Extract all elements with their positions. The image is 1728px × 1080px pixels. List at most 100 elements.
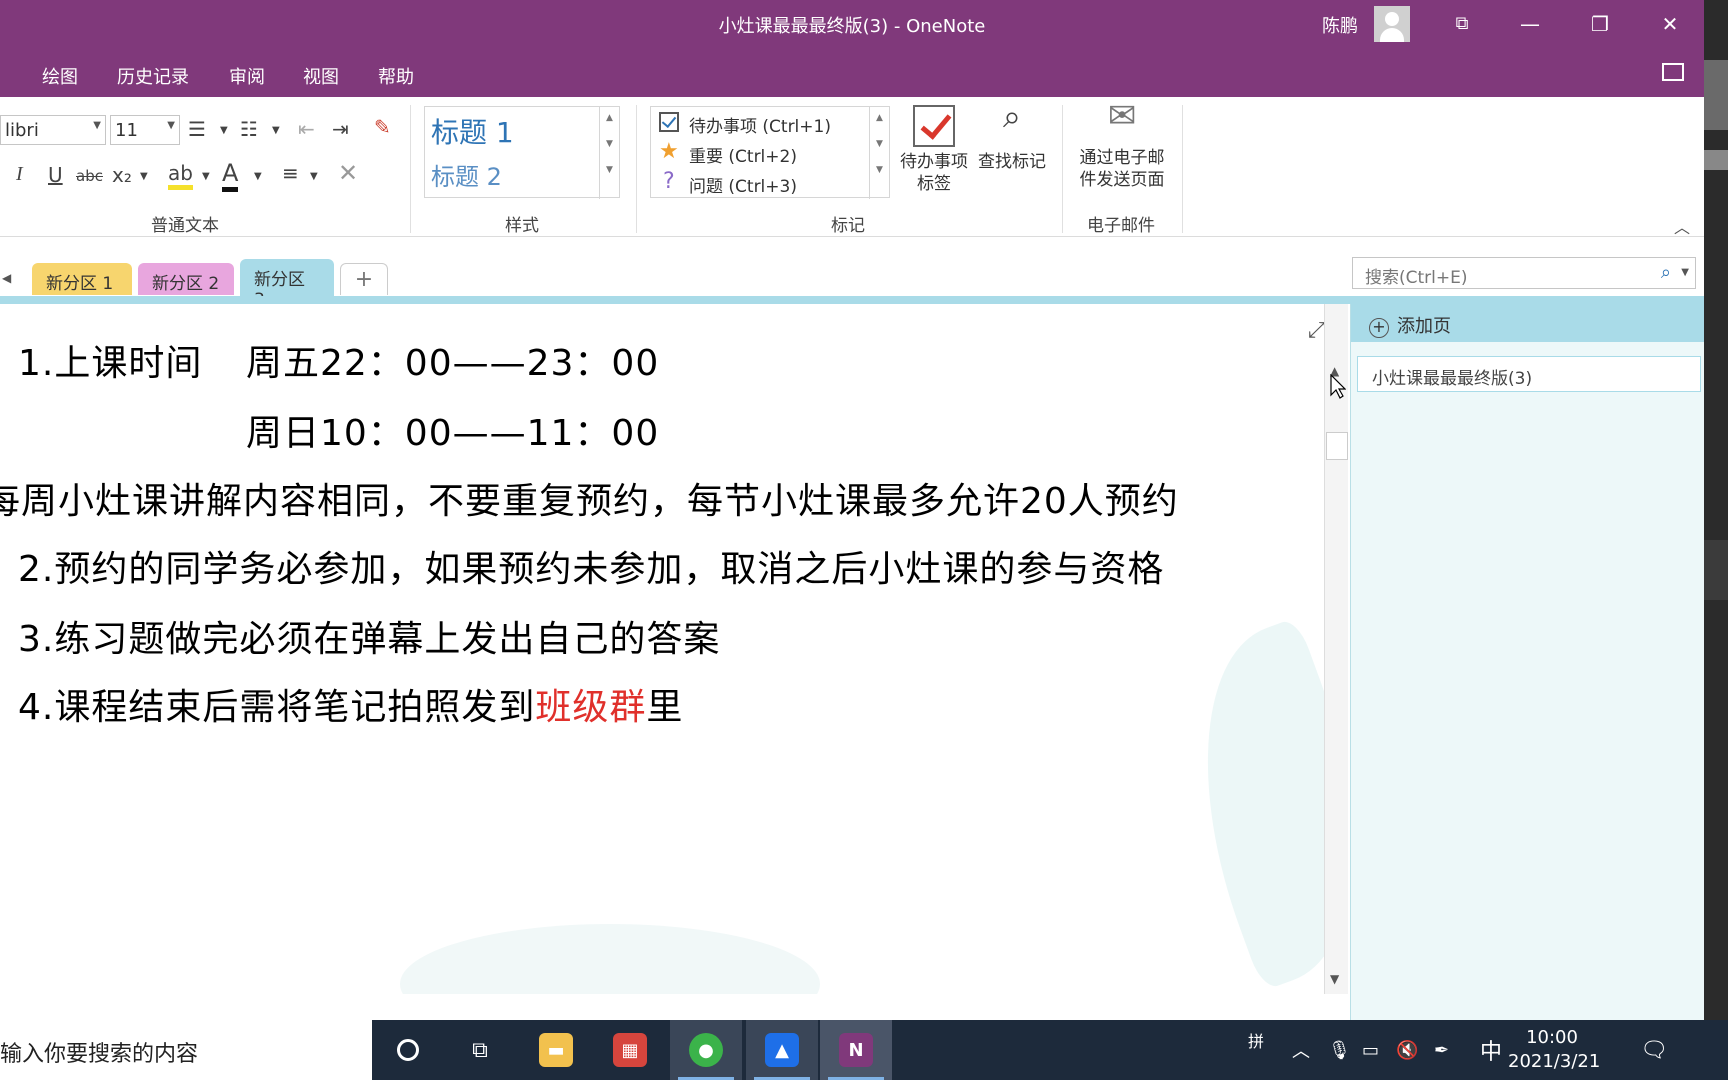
tab-view[interactable]: 视图 [303,63,339,89]
page-list-item[interactable]: 小灶课最最最终版(3) [1357,356,1701,392]
numbering-icon[interactable]: ☷ [240,117,258,141]
styles-gallery[interactable]: 标题 1 标题 2 ▲ ▼ ▼ [424,106,620,199]
divider [636,105,637,233]
divider [410,105,411,233]
add-page-button[interactable]: + 添加页 [1351,304,1704,342]
ime-language-indicator[interactable]: 中 [1480,1020,1502,1080]
tab-draw[interactable]: 绘图 [42,63,78,89]
expand-icon[interactable]: ⤢ [1308,318,1324,343]
cortana-icon[interactable] [372,1020,444,1080]
page-canvas[interactable]: ⤢ 1.上课时间 周五22：00——23：00 周日10：00——11：00 每… [0,304,1324,994]
minimize-button[interactable]: — [1496,0,1564,47]
volume-muted-icon[interactable]: 🔇 [1396,1020,1418,1080]
note-line-6[interactable]: 4.课程结束后需将笔记拍照发到班级群里 [18,678,683,730]
system-clock[interactable]: 10:00 2021/3/21 [1508,1026,1600,1074]
clock-time: 10:00 [1526,1027,1578,1048]
more-icon[interactable]: ▼ [600,165,619,175]
chevron-down-icon[interactable]: ▼ [220,125,228,136]
star-icon: ★ [659,139,679,164]
tags-gallery[interactable]: 待办事项 (Ctrl+1) ★ 重要 (Ctrl+2) ? 问题 (Ctrl+3… [650,106,890,199]
increase-indent-icon[interactable]: ⇥ [332,117,349,141]
chevron-down-icon: ▼ [93,120,101,131]
chevron-up-icon[interactable]: ▲ [870,113,889,123]
note-line-5[interactable]: 3.练习题做完必须在弹幕上发出自己的答案 [18,610,720,662]
bullets-icon[interactable]: ☰ [188,117,206,141]
note-line-4[interactable]: 2.预约的同学务必参加，如果预约未参加，取消之后小灶课的参与资格 [18,540,1164,592]
find-tags-button[interactable]: ⌕ 查找标记 [974,100,1050,173]
tags-scroll[interactable]: ▲ ▼ ▼ [869,107,889,199]
taskbar-search-input[interactable]: 输入你要搜索的内容 [0,1020,372,1080]
tab-history[interactable]: 历史记录 [117,63,189,89]
section-tab-1[interactable]: 新分区 1 [32,263,132,295]
align-icon[interactable]: ≡ [282,161,299,185]
chevron-down-icon[interactable]: ▼ [600,139,619,149]
page-scrollbar[interactable]: ▲ ▼ [1324,304,1348,994]
ime-mode-indicator[interactable]: 拼 [1248,1010,1264,1070]
style-heading2[interactable]: 标题 2 [431,157,502,192]
tab-help[interactable]: 帮助 [378,63,414,89]
comments-icon[interactable] [1662,63,1684,81]
user-name[interactable]: 陈鹏 [1322,12,1358,38]
scroll-thumb[interactable] [1326,432,1348,460]
chevron-up-icon[interactable]: ▲ [600,113,619,123]
taskbar: 输入你要搜索的内容 ⧉ ▬ ▦ ● ▲ N 拼 ︿ 🎙 ▭ 🔇 ✒ 中 10:0… [0,1020,1728,1080]
chevron-down-icon[interactable]: ▼ [272,125,280,136]
wechat-icon[interactable]: ● [670,1020,742,1080]
file-explorer-icon[interactable]: ▬ [520,1020,592,1080]
clear-formatting-icon[interactable]: ✎ [374,115,391,139]
add-section-button[interactable]: + [340,263,388,295]
menu-bar: 绘图 历史记录 审阅 视图 帮助 [0,47,1704,97]
chevron-down-icon[interactable]: ▼ [202,171,210,182]
note-line-3[interactable]: 每周小灶课讲解内容相同，不要重复预约，每节小灶课最多允许20人预约 [0,472,1179,524]
chevron-down-icon[interactable]: ▼ [310,171,318,182]
chevron-up-icon[interactable]: ︿ [1292,1020,1310,1080]
search-placeholder: 搜索(Ctrl+E) [1365,268,1468,288]
onenote-taskbar-icon[interactable]: N [820,1020,892,1080]
task-view-icon[interactable]: ⧉ [444,1020,516,1080]
notebook-dropdown-icon[interactable]: ◀ [2,271,11,285]
chevron-down-icon[interactable]: ▼ [1330,972,1339,986]
more-icon[interactable]: ▼ [870,165,889,175]
app-red-icon[interactable]: ▦ [594,1020,666,1080]
note-line-2-time[interactable]: 周日10：00——11：00 [246,404,659,456]
underline-icon[interactable]: U [48,163,63,187]
notification-icon[interactable]: 🗨 [1640,1020,1668,1080]
styles-scroll[interactable]: ▲ ▼ ▼ [599,107,619,199]
ribbon-display-options-icon[interactable]: ⧉ [1428,0,1496,47]
divider [1062,105,1063,233]
avatar[interactable] [1374,6,1410,42]
collapse-ribbon-icon[interactable]: ︿ [1674,214,1690,238]
highlight-icon[interactable]: ab [168,161,193,190]
strikethrough-icon[interactable]: abc [76,167,103,185]
font-size-combo[interactable]: 11 ▼ [110,115,180,145]
watercolor-background [400,924,820,994]
delete-icon[interactable]: ✕ [338,159,358,187]
style-heading1[interactable]: 标题 1 [431,111,514,151]
search-icon[interactable]: ⌕ [1661,262,1671,283]
email-page-button[interactable]: ✉ 通过电子邮件发送页面 [1074,99,1170,191]
section-tab-3[interactable]: 新分区 3 [240,259,334,310]
font-color-icon[interactable]: A [222,159,239,192]
note-line-1-time[interactable]: 周五22：00——23：00 [246,334,659,386]
chevron-down-icon[interactable]: ▼ [254,171,262,182]
microphone-icon[interactable]: 🎙 [1328,1020,1351,1080]
plus-circle-icon: + [1369,318,1389,338]
pen-icon[interactable]: ✒ [1434,1020,1449,1080]
search-input[interactable]: 搜索(Ctrl+E) ⌕ ▼ [1352,257,1696,289]
font-name-combo[interactable]: libri ▼ [0,115,106,145]
chevron-down-icon[interactable]: ▼ [1681,267,1689,278]
tab-review[interactable]: 审阅 [229,63,265,89]
maximize-button[interactable]: ❐ [1566,0,1634,47]
section-tab-2[interactable]: 新分区 2 [138,263,234,295]
tencent-meeting-icon[interactable]: ▲ [746,1020,818,1080]
note-line-1-label[interactable]: 1.上课时间 [18,334,202,386]
close-button[interactable]: ✕ [1636,0,1704,47]
italic-icon[interactable]: I [16,163,23,186]
battery-icon[interactable]: ▭ [1362,1020,1379,1080]
leaf-background [1146,616,1324,992]
decrease-indent-icon[interactable]: ⇤ [298,117,315,141]
todo-tag-button[interactable]: 待办事项标签 [894,105,974,195]
chevron-down-icon[interactable]: ▼ [870,139,889,149]
chevron-down-icon[interactable]: ▼ [140,171,148,182]
subscript-icon[interactable]: x₂ [112,163,132,187]
